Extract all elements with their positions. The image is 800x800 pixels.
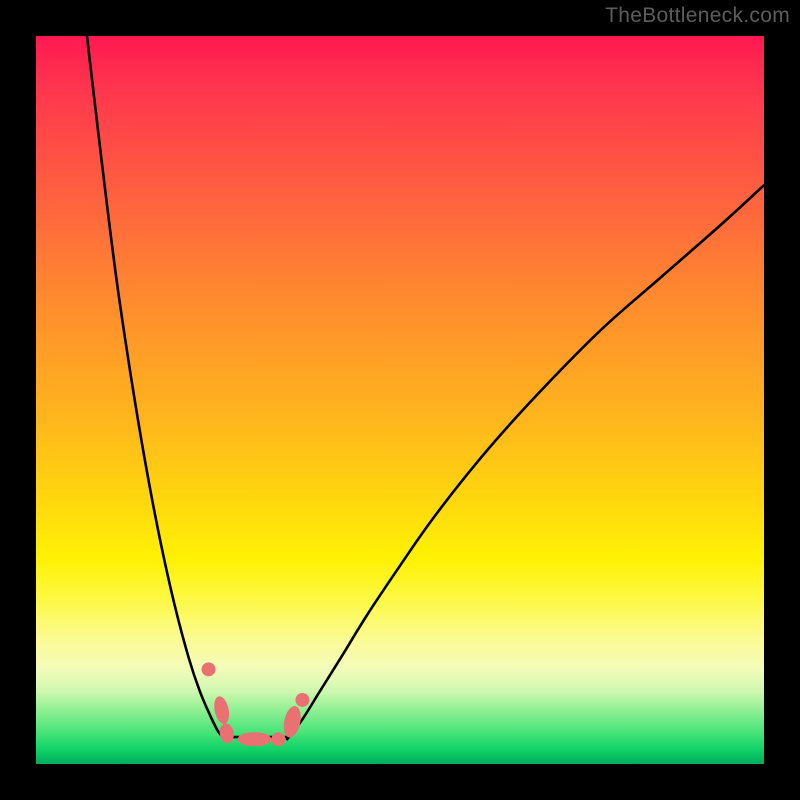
curve-right-curve <box>287 185 764 739</box>
data-marker-0 <box>202 662 216 676</box>
curve-layer <box>36 36 764 764</box>
attribution-text: TheBottleneck.com <box>605 4 790 28</box>
plot-area <box>36 36 764 764</box>
markers-group <box>202 662 310 746</box>
data-marker-1 <box>212 695 232 725</box>
data-marker-3 <box>237 732 271 746</box>
curve-left-curve <box>87 36 228 739</box>
curves-group <box>87 36 764 739</box>
data-marker-5 <box>281 704 303 739</box>
data-marker-4 <box>271 732 285 746</box>
chart-frame: TheBottleneck.com <box>0 0 800 800</box>
data-marker-2 <box>218 722 235 744</box>
data-marker-6 <box>295 693 309 707</box>
